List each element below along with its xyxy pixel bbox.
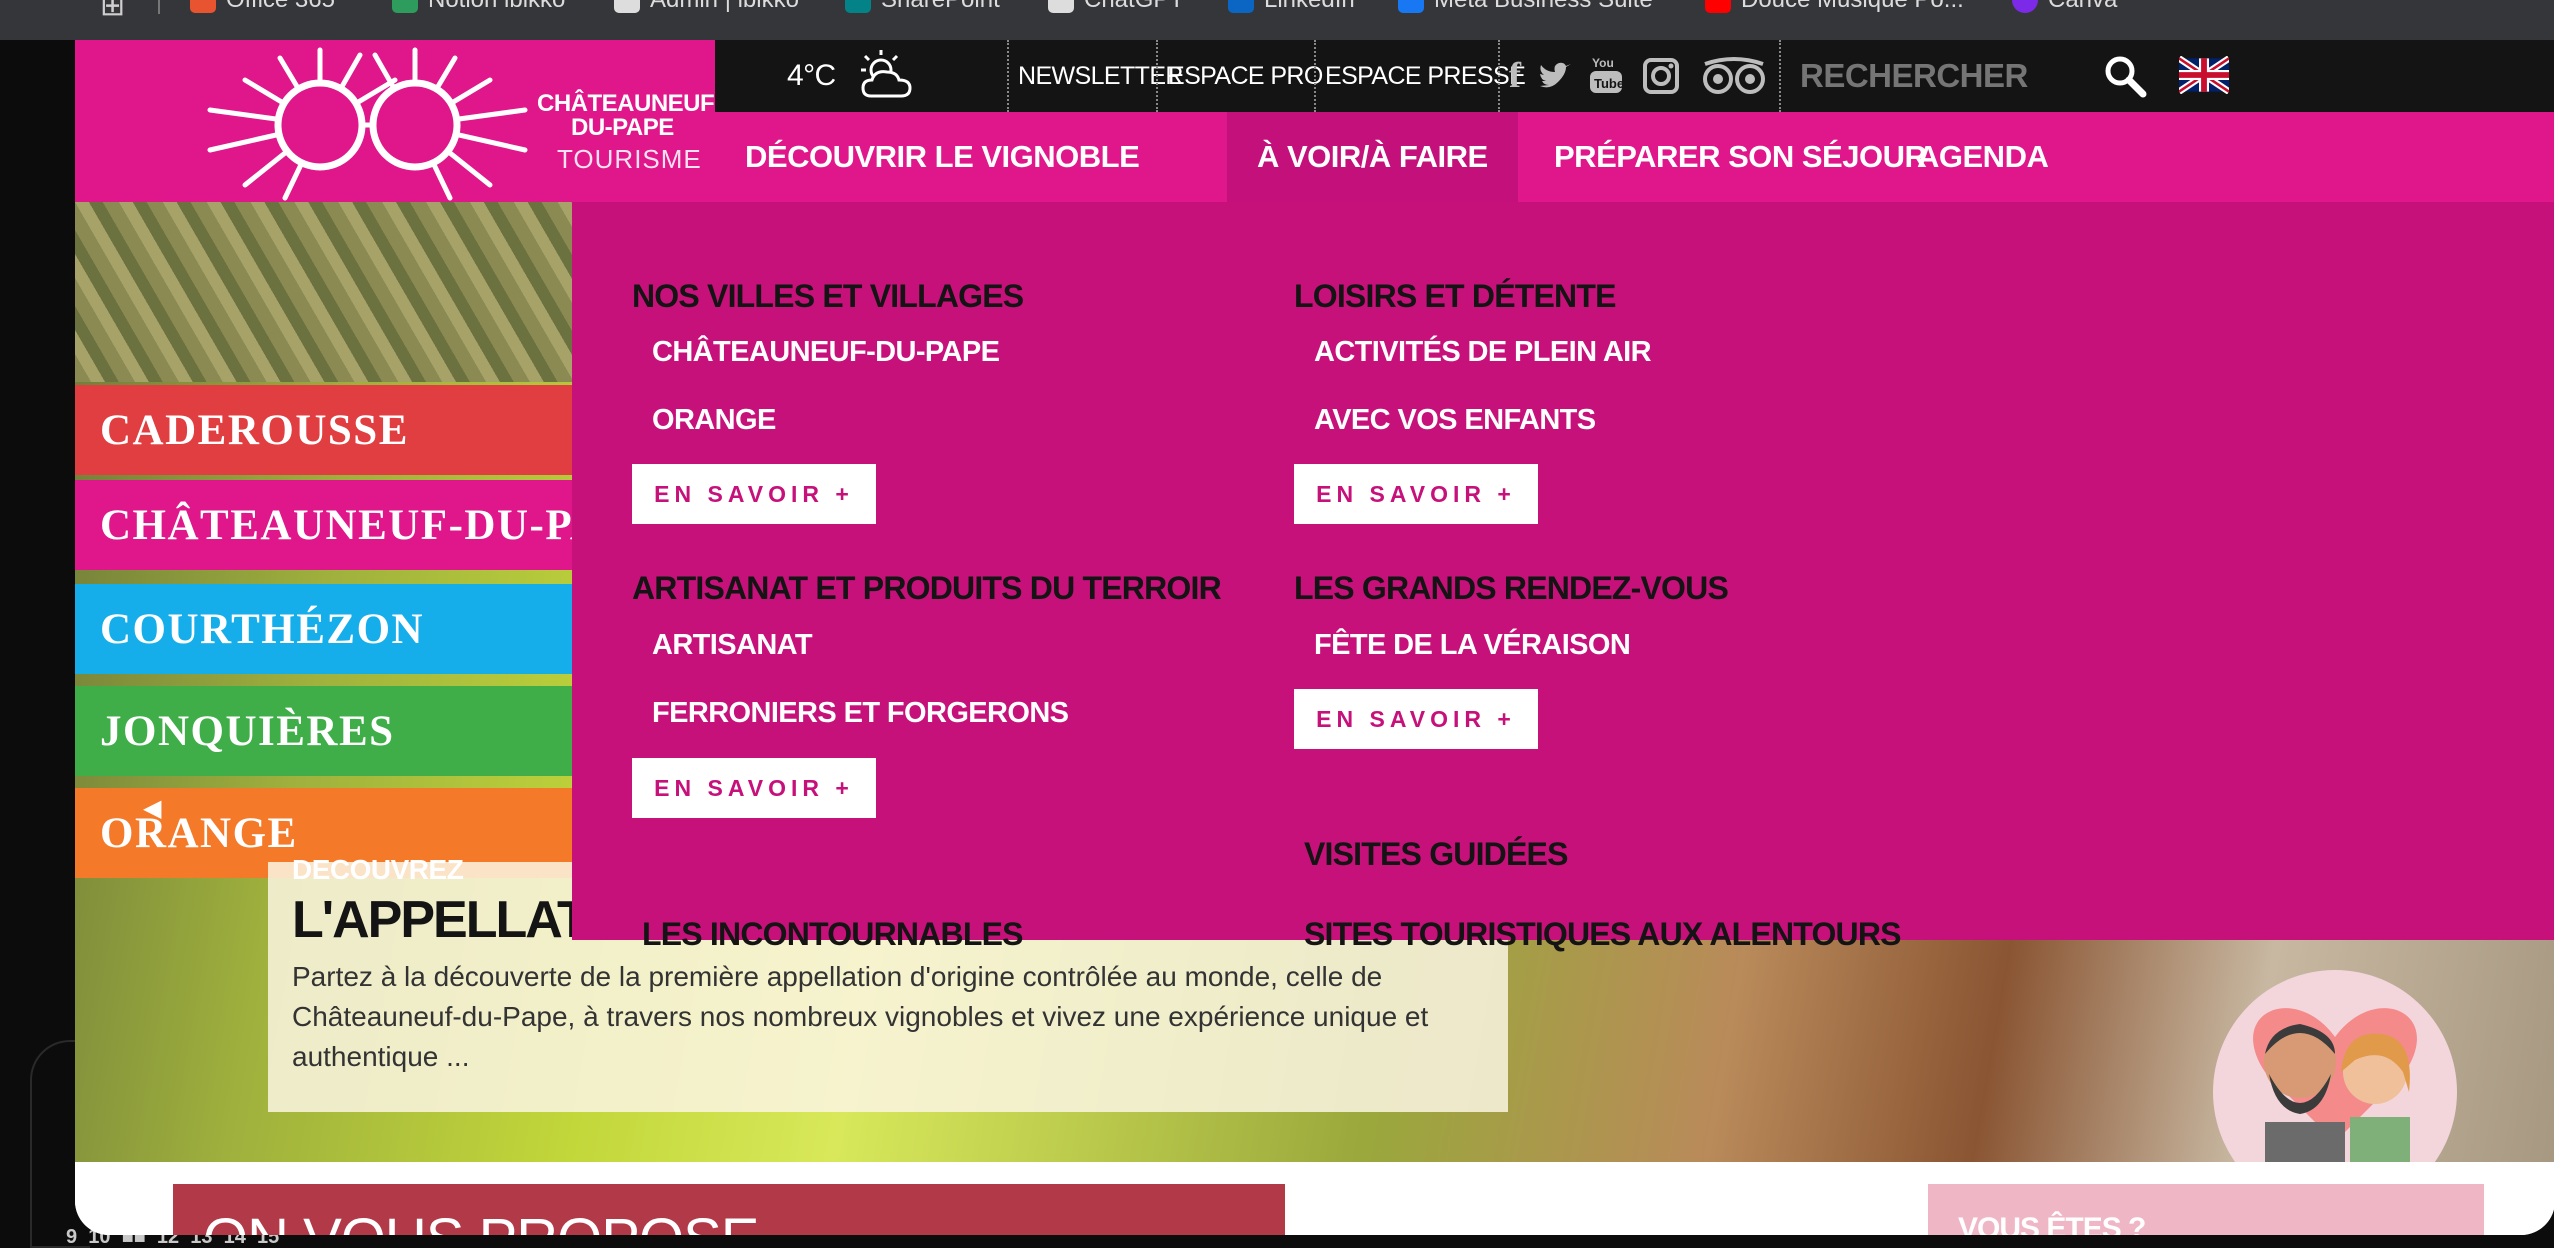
vous-etes-panel: VOUS ÊTES ?: [1928, 1184, 2484, 1235]
village-chateauneuf[interactable]: CHÂTEAUNEUF-DU-PA: [75, 480, 572, 570]
vous-etes-title: VOUS ÊTES ?: [1958, 1212, 2146, 1235]
content-strip: ON VOUS PROPOSE VOUS ÊTES ?: [75, 1162, 2554, 1235]
tripadvisor-icon[interactable]: [1701, 56, 1767, 96]
bookmark-label: Douce Musique Po...: [1741, 0, 1964, 14]
mm-link-ferroniers[interactable]: FERRONIERS ET FORGERONS: [652, 697, 1069, 730]
uk-flag-icon[interactable]: [2179, 56, 2229, 94]
promo-body: Partez à la découverte de la première ap…: [292, 961, 1429, 1072]
mm-heading-incontournables[interactable]: LES INCONTOURNABLES: [642, 916, 1023, 953]
weather-cloud-sun-icon: [861, 50, 912, 98]
bookmark-label: Meta Business Suite: [1434, 0, 1653, 14]
mm-link-plein-air[interactable]: ACTIVITÉS DE PLEIN AIR: [1314, 336, 1652, 369]
screen: ⊞ Office 365 Notion ibikko Admin | ibikk…: [0, 0, 2554, 1248]
mm-link-enfants[interactable]: AVEC VOS ENFANTS: [1314, 404, 1596, 437]
hero-vines-texture: [75, 202, 572, 382]
bookmark-label: Notion ibikko: [428, 0, 565, 14]
espace-pro-link[interactable]: ESPACE PRO: [1168, 40, 1323, 112]
bookmark-label: SharePoint: [881, 0, 1000, 14]
linkedin-icon: [1228, 0, 1254, 13]
espace-presse-link[interactable]: ESPACE PRESSE: [1325, 40, 1526, 112]
nav-agenda[interactable]: AGENDA: [1887, 112, 2078, 202]
mm-heading-visites-guidees[interactable]: VISITES GUIDÉES: [1304, 836, 1568, 873]
youtube-icon[interactable]: You Tube: [1589, 55, 1623, 97]
separator: [1498, 40, 1500, 112]
nav-decouvrir-vignoble[interactable]: DÉCOUVRIR LE VIGNOBLE: [715, 112, 1169, 202]
canva-icon: [2012, 0, 2038, 13]
mm-en-savoir-rendez-vous-button[interactable]: EN SAVOIR +: [1294, 689, 1538, 749]
village-caderousse[interactable]: CADEROUSSE: [75, 385, 572, 475]
mm-heading-grands-rendez-vous[interactable]: LES GRANDS RENDEZ-VOUS: [1294, 570, 1729, 607]
bookmark-divider: [158, 0, 160, 14]
bookmark-label: LinkedIn: [1264, 0, 1355, 14]
main-nav: DÉCOUVRIR LE VIGNOBLE À VOIR/À FAIRE PRÉ…: [715, 112, 2554, 202]
search-icon[interactable]: [2103, 54, 2147, 98]
svg-text:Tube: Tube: [1594, 76, 1623, 91]
bookmark-label: Office 365: [226, 0, 335, 14]
mm-heading-sites-alentours[interactable]: SITES TOURISTIQUES AUX ALENTOURS: [1304, 916, 1902, 953]
twitter-icon[interactable]: [1538, 62, 1572, 92]
office-icon: [190, 0, 216, 13]
notion-icon: [392, 0, 418, 13]
mm-link-veraison[interactable]: FÊTE DE LA VÉRAISON: [1314, 629, 1631, 662]
separator: [1314, 40, 1316, 112]
mm-en-savoir-artisanat-button[interactable]: EN SAVOIR +: [632, 758, 876, 818]
bookmark-item[interactable]: Douce Musique Po...: [1705, 0, 1964, 14]
utility-bar: 4°C NEWSLETTER ESPACE PRO ESPACE PRESSE …: [715, 40, 2554, 112]
bookmark-item[interactable]: Office 365: [190, 0, 335, 14]
brand-line-3: TOURISME: [557, 144, 702, 174]
facebook-icon[interactable]: f: [1509, 54, 1521, 96]
bookmark-item[interactable]: LinkedIn: [1228, 0, 1355, 14]
village-courthezon[interactable]: COURTHÉZON: [75, 584, 572, 674]
mm-link-chateauneuf[interactable]: CHÂTEAUNEUF-DU-PAPE: [652, 336, 1000, 369]
propose-panel: ON VOUS PROPOSE: [173, 1184, 1285, 1235]
mm-heading-artisanat-terroir[interactable]: ARTISANAT ET PRODUITS DU TERROIR: [632, 570, 1222, 607]
separator: [1779, 40, 1781, 112]
mm-link-artisanat[interactable]: ARTISANAT: [652, 629, 813, 662]
bookmarks-bar: ⊞ Office 365 Notion ibikko Admin | ibikk…: [0, 0, 2554, 40]
bookmark-item[interactable]: Canva: [2012, 0, 2117, 14]
mm-link-orange[interactable]: ORANGE: [652, 404, 776, 437]
separator: [1007, 40, 1009, 112]
instagram-icon[interactable]: [1643, 58, 1679, 94]
nav-a-voir-a-faire[interactable]: À VOIR/À FAIRE: [1227, 112, 1518, 202]
bookmark-item[interactable]: ChatGPT: [1048, 0, 1184, 14]
chatgpt-icon: [1048, 0, 1074, 13]
mm-heading-villes-villages[interactable]: NOS VILLES ET VILLAGES: [632, 278, 1024, 315]
mm-heading-loisirs-detente[interactable]: LOISIRS ET DÉTENTE: [1294, 278, 1616, 315]
sun-logo-icon: [207, 47, 528, 201]
bookmark-item[interactable]: Meta Business Suite: [1398, 0, 1653, 14]
propose-title: ON VOUS PROPOSE: [203, 1206, 759, 1235]
bookmark-label: Admin | ibikko: [650, 0, 799, 14]
carousel-prev-arrow-icon[interactable]: ◀: [143, 794, 161, 823]
search-input[interactable]: [1800, 50, 2100, 102]
bookmark-label: Canva: [2048, 0, 2117, 14]
separator: [1156, 40, 1158, 112]
bookmark-item[interactable]: Notion ibikko: [392, 0, 565, 14]
promo-kicker: DECOUVREZ: [292, 854, 464, 885]
visitor-couple-illustration[interactable]: [2185, 942, 2485, 1162]
bookmark-item[interactable]: Admin | ibikko: [614, 0, 799, 14]
brand-line-2: DU-PAPE: [571, 114, 674, 141]
bookmark-label: ChatGPT: [1084, 0, 1184, 14]
svg-text:You: You: [1592, 56, 1614, 70]
mm-en-savoir-loisirs-button[interactable]: EN SAVOIR +: [1294, 464, 1538, 524]
sharepoint-icon: [845, 0, 871, 13]
weather-temp: 4°C: [787, 59, 836, 92]
browser-window: CHÂTEAUNEUF DU-PAPE TOURISME 4°C NEWSLET…: [75, 40, 2554, 1235]
site-logo[interactable]: CHÂTEAUNEUF DU-PAPE TOURISME: [75, 40, 715, 202]
apps-grid-icon[interactable]: ⊞: [100, 0, 125, 23]
bookmark-item[interactable]: SharePoint: [845, 0, 1000, 14]
mm-en-savoir-villes-button[interactable]: EN SAVOIR +: [632, 464, 876, 524]
village-jonquieres[interactable]: JONQUIÈRES: [75, 686, 572, 776]
admin-icon: [614, 0, 640, 13]
mega-menu-a-voir-a-faire: NOS VILLES ET VILLAGES CHÂTEAUNEUF-DU-PA…: [572, 202, 2554, 952]
youtube-icon: [1705, 0, 1731, 13]
newsletter-link[interactable]: NEWSLETTER: [1018, 40, 1183, 112]
meta-icon: [1398, 0, 1424, 13]
